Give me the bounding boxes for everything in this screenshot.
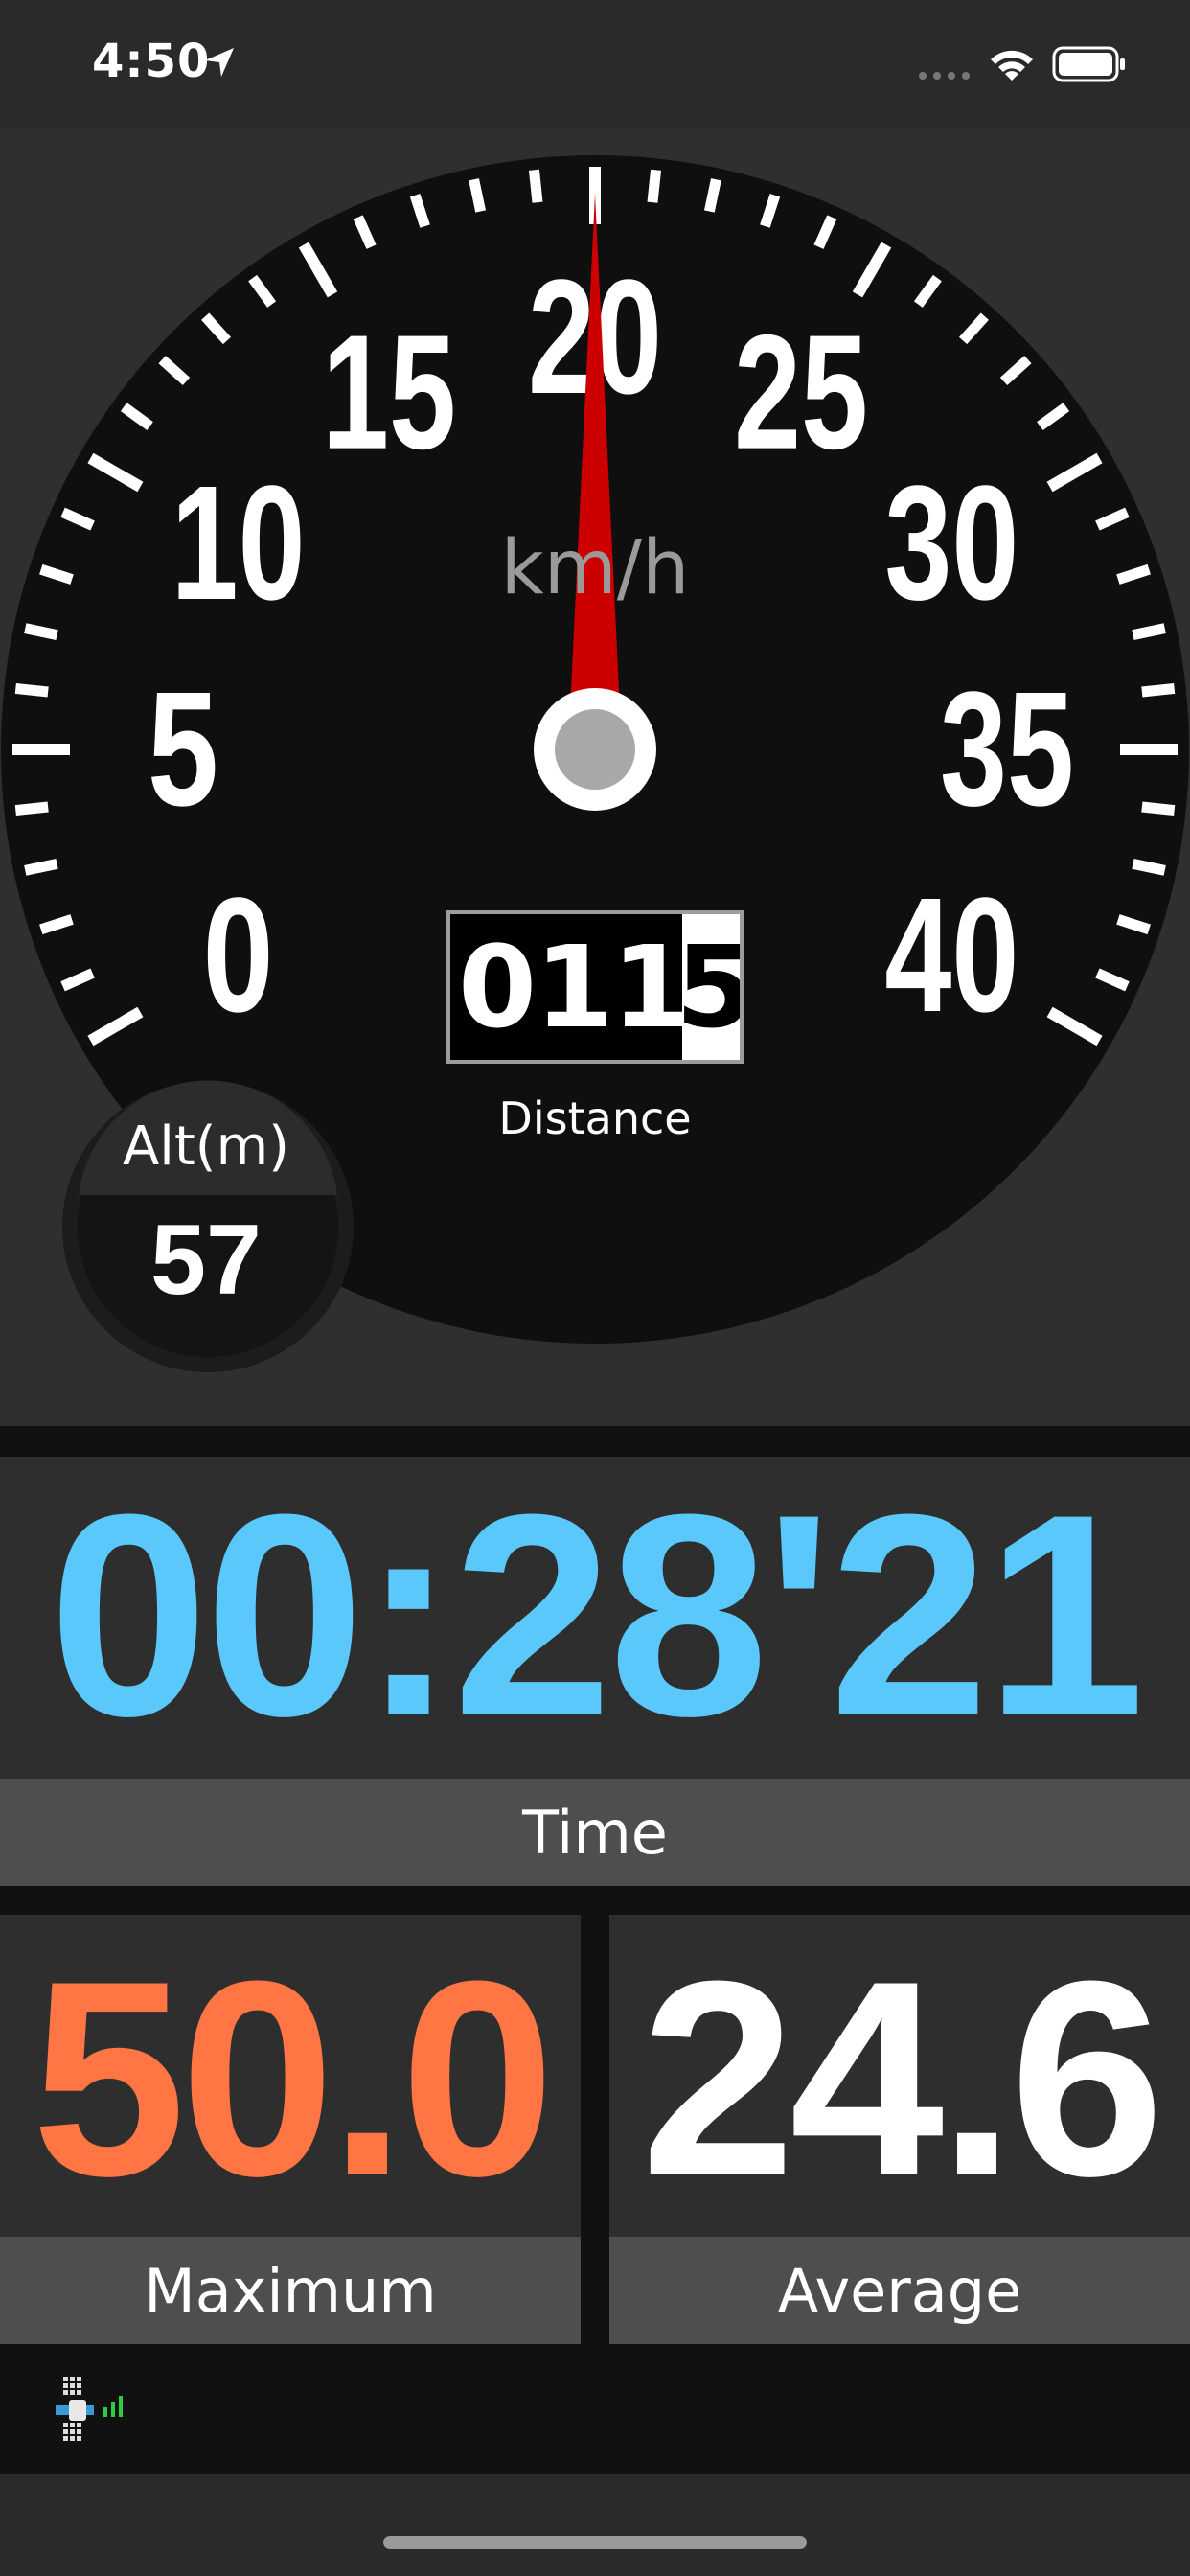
footer-bar (0, 2344, 1190, 2474)
altitude-value: 57 (150, 1205, 262, 1316)
minor-tick (14, 682, 49, 698)
divider (0, 1886, 1190, 1915)
distance-label: Distance (498, 1092, 692, 1144)
scale-label-40: 40 (884, 864, 1018, 1046)
home-indicator (383, 2536, 807, 2549)
signal-dots-icon (919, 72, 970, 80)
home-indicator-area (0, 2474, 1190, 2576)
average-label: Average (777, 2255, 1022, 2326)
time-label: Time (522, 1797, 668, 1868)
distance-odometer: 011 5 (446, 910, 744, 1064)
status-bar: 4:50 (0, 0, 1190, 126)
scale-label-0: 0 (203, 864, 274, 1046)
maximum-label: Maximum (144, 2255, 437, 2326)
minor-tick (528, 169, 543, 203)
minor-tick (24, 858, 58, 876)
scale-label-35: 35 (940, 658, 1074, 840)
average-speed-value: 24.6 (640, 1923, 1164, 2234)
odometer-last-digit: 5 (675, 914, 740, 1060)
scale-label-10: 10 (172, 452, 306, 634)
battery-icon (1052, 46, 1125, 82)
minor-tick (1141, 801, 1176, 816)
scale-label-5: 5 (148, 658, 218, 840)
time-label-bar: Time (0, 1779, 1190, 1886)
minor-tick (1141, 682, 1176, 698)
location-arrow-icon (205, 48, 234, 77)
gps-satellite-signal-icon (56, 2377, 123, 2441)
scale-label-25: 25 (734, 302, 868, 484)
minor-tick (469, 178, 487, 213)
wifi-icon (991, 50, 1033, 80)
elapsed-time-value: 00:28'21 (48, 1454, 1145, 1776)
scale-label-30: 30 (884, 452, 1018, 634)
status-time: 4:50 (92, 34, 211, 88)
minor-tick (647, 169, 662, 203)
minor-tick (703, 178, 721, 213)
scale-label-15: 15 (322, 302, 456, 484)
needle-hub-center (555, 709, 635, 790)
speed-unit-label: km/h (500, 525, 690, 611)
odometer-digits: 011 (458, 921, 690, 1053)
maximum-label-bar: Maximum (0, 2237, 581, 2344)
minor-tick (1132, 623, 1166, 641)
divider (0, 1426, 1190, 1457)
minor-tick (14, 801, 49, 816)
divider (581, 1915, 609, 2344)
minor-tick (24, 623, 58, 641)
maximum-speed-value: 50.0 (31, 1923, 555, 2234)
average-label-bar: Average (609, 2237, 1190, 2344)
altitude-label: Alt(m) (122, 1116, 290, 1178)
minor-tick (1132, 858, 1166, 876)
